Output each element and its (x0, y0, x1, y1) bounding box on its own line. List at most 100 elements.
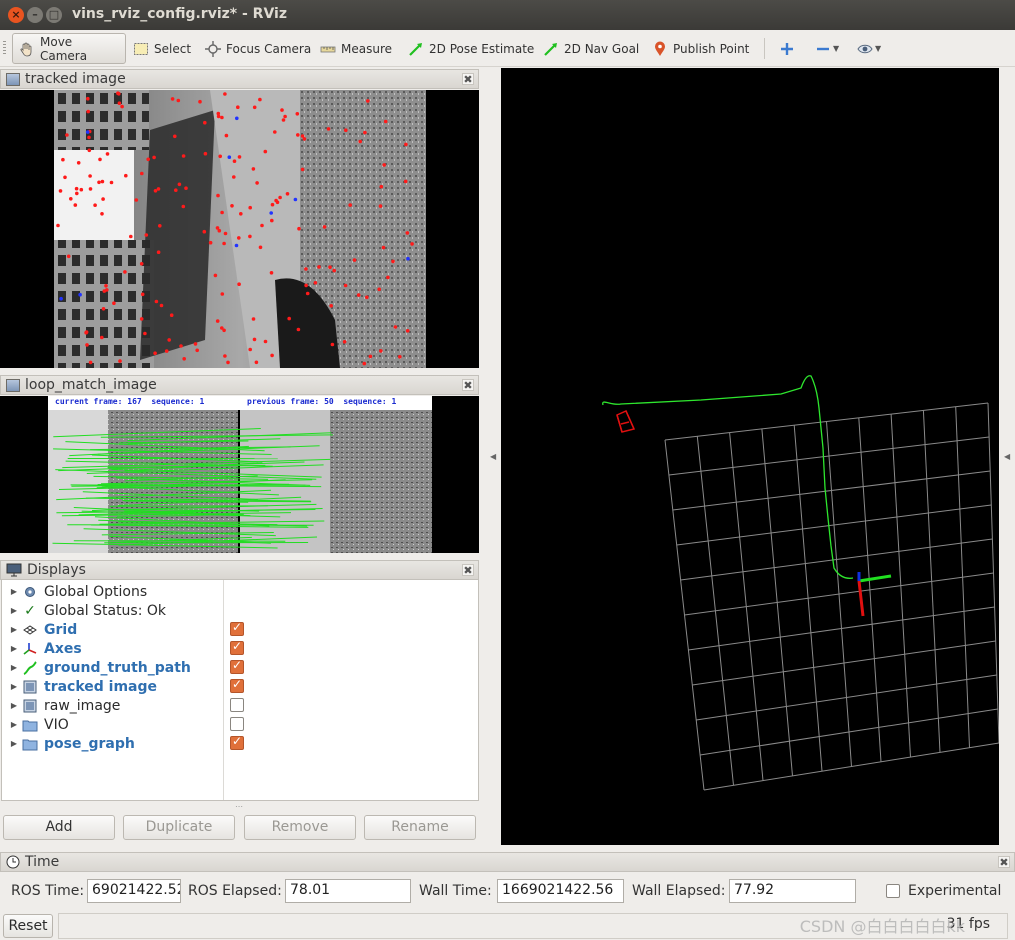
title-bar: × – □ vins_rviz_config.rviz* - RViz (0, 0, 1015, 30)
feature-point (154, 299, 159, 304)
close-panel-button[interactable]: ✖ (462, 73, 474, 85)
grid-line (922, 410, 941, 753)
display-item-global-options[interactable]: ▶ Global Options (2, 582, 478, 601)
wall-elapsed-field[interactable]: 77.92 (729, 879, 856, 903)
focus-camera-tool[interactable]: Focus Camera (198, 33, 318, 64)
feature-point (84, 330, 88, 335)
resize-grip[interactable]: ⋯ (235, 802, 243, 811)
feature-point (383, 119, 388, 124)
experimental-checkbox[interactable] (886, 884, 900, 898)
feature-point (269, 211, 274, 215)
axes-icon (22, 642, 38, 656)
display-item-label: tracked image (44, 678, 158, 695)
display-item-vio[interactable]: ▶ VIO (2, 715, 478, 734)
display-item-ground-truth-path[interactable]: ▶ ground_truth_path (2, 658, 478, 677)
feature-point (61, 157, 65, 162)
feature-point (181, 154, 186, 158)
expand-arrow-icon[interactable]: ▶ (6, 720, 22, 729)
grid-line (987, 402, 999, 744)
publish-point-tool[interactable]: Publish Point (645, 33, 756, 64)
select-tool[interactable]: Select (126, 33, 198, 64)
expand-arrow-icon[interactable]: ▶ (6, 606, 22, 615)
expand-arrow-icon[interactable]: ▶ (6, 625, 22, 634)
measure-icon (320, 41, 336, 57)
feature-point (328, 265, 332, 269)
display-enabled-checkbox[interactable] (230, 620, 244, 636)
display-item-global-status-ok[interactable]: ▶ ✓ Global Status: Ok (2, 601, 478, 620)
camera-frustum (616, 410, 636, 433)
3d-scene (602, 375, 999, 791)
feature-point (118, 359, 122, 363)
feature-point (101, 307, 106, 311)
feature-point (381, 245, 386, 250)
feature-point (300, 167, 305, 172)
display-item-label: Grid (44, 621, 78, 638)
feature-point (329, 304, 334, 308)
feature-point (156, 187, 161, 191)
feature-point (153, 351, 157, 356)
toolbar-grip[interactable] (3, 41, 6, 55)
clock-icon (6, 855, 20, 869)
toolbar-separator (764, 38, 765, 59)
feature-point (234, 243, 239, 248)
display-enabled-checkbox[interactable] (230, 717, 244, 731)
expand-arrow-icon[interactable]: ▶ (6, 701, 22, 710)
duplicate-display-button[interactable]: Duplicate (123, 815, 235, 840)
expand-arrow-icon[interactable]: ▶ (6, 644, 22, 653)
close-window-button[interactable]: × (8, 7, 24, 23)
feature-point (59, 296, 63, 301)
feature-point (248, 234, 252, 239)
reset-button[interactable]: Reset (3, 914, 53, 938)
close-panel-button[interactable]: ✖ (998, 856, 1010, 868)
feature-point (258, 245, 263, 250)
feature-point (167, 338, 171, 342)
display-enabled-checkbox[interactable] (230, 698, 244, 712)
display-enabled-checkbox[interactable] (230, 677, 244, 693)
display-item-grid[interactable]: ▶ Grid (2, 620, 478, 639)
display-enabled-checkbox[interactable] (230, 734, 244, 750)
feature-point (393, 325, 398, 329)
close-panel-button[interactable]: ✖ (462, 379, 474, 391)
wall-time-field[interactable]: 1669021422.56 (497, 879, 624, 903)
expand-arrow-icon[interactable]: ▶ (6, 587, 22, 596)
expand-arrow-icon[interactable]: ▶ (6, 663, 22, 672)
feature-point (296, 133, 300, 137)
expand-arrow-icon[interactable]: ▶ (6, 682, 22, 691)
view-options-button[interactable]: ▼ (850, 33, 888, 64)
display-enabled-checkbox[interactable] (230, 658, 244, 674)
display-enabled-checkbox[interactable] (230, 639, 244, 655)
display-item-label: Global Status: Ok (44, 602, 167, 619)
add-tool-button[interactable] (772, 33, 802, 64)
2d-nav-goal-tool[interactable]: 2D Nav Goal (536, 33, 646, 64)
maximize-window-button[interactable]: □ (46, 7, 62, 23)
feature-point (296, 327, 301, 332)
display-item-tracked-image[interactable]: ▶ tracked image (2, 677, 478, 696)
feature-point (270, 202, 275, 207)
collapse-right-arrow-icon[interactable]: ◀ (1004, 452, 1010, 461)
time-panel-title: Time (25, 854, 60, 870)
add-display-button[interactable]: Add (3, 815, 115, 840)
close-panel-button[interactable]: ✖ (462, 564, 474, 576)
2d-pose-estimate-tool[interactable]: 2D Pose Estimate (401, 33, 541, 64)
display-item-raw-image[interactable]: ▶ raw_image (2, 696, 478, 715)
feature-point (85, 130, 90, 134)
feature-point (100, 335, 104, 340)
toolbar: Move Camera Select Focus Camera Measure … (0, 30, 1015, 67)
render-3d-view[interactable] (501, 68, 999, 845)
feature-point (177, 182, 182, 187)
measure-tool[interactable]: Measure (313, 33, 399, 64)
feature-point (263, 339, 268, 344)
ros-time-field[interactable]: 69021422.52 (87, 879, 181, 903)
rename-display-button[interactable]: Rename (364, 815, 476, 840)
remove-display-button[interactable]: Remove (244, 815, 356, 840)
minimize-window-button[interactable]: – (27, 7, 43, 23)
display-item-pose-graph[interactable]: ▶ pose_graph (2, 734, 478, 753)
expand-arrow-icon[interactable]: ▶ (6, 739, 22, 748)
remove-tool-button[interactable]: ▼ (808, 33, 846, 64)
collapse-left-arrow-icon[interactable]: ◀ (490, 452, 496, 461)
feature-point (263, 149, 268, 154)
display-item-axes[interactable]: ▶ Axes (2, 639, 478, 658)
move-camera-tool[interactable]: Move Camera (12, 33, 126, 64)
feature-point (112, 301, 116, 305)
ros-elapsed-field[interactable]: 78.01 (285, 879, 411, 903)
